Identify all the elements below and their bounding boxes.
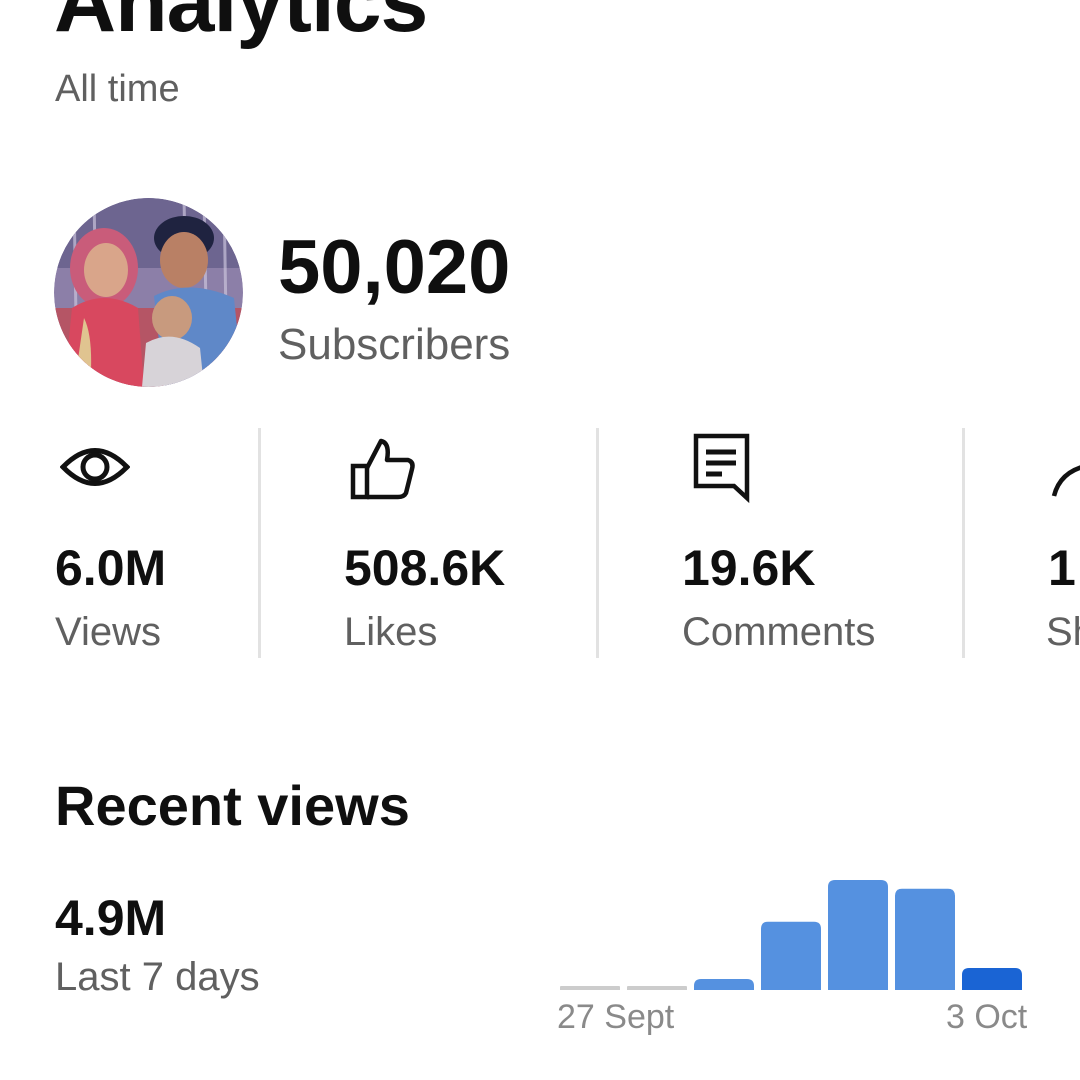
metric-divider: [962, 428, 965, 658]
likes-value: 508.6K: [344, 540, 506, 596]
page-title: Analytics: [54, 0, 428, 50]
share-icon: [1050, 458, 1080, 503]
avatar-photo: [54, 198, 243, 387]
x-axis-end-label: 3 Oct: [946, 998, 1028, 1036]
subscriber-label: Subscribers: [278, 320, 511, 369]
metric-divider: [596, 428, 599, 658]
chart-bar[interactable]: [895, 888, 955, 990]
thumbs-up-icon: [350, 438, 416, 505]
likes-label: Likes: [344, 610, 438, 654]
recent-views-period: Last 7 days: [55, 955, 260, 999]
views-label: Views: [55, 610, 161, 654]
chart-bar[interactable]: [627, 986, 687, 990]
shares-label: Sh: [1046, 610, 1080, 654]
chart-bar[interactable]: [694, 979, 754, 990]
eye-icon: [59, 442, 131, 497]
comments-value: 19.6K: [682, 540, 816, 596]
subscriber-count: 50,020: [278, 225, 511, 310]
views-value: 6.0M: [55, 540, 167, 596]
shares-value: 1: [1048, 540, 1076, 596]
channel-avatar[interactable]: [54, 198, 243, 387]
chart-bar[interactable]: [962, 968, 1022, 990]
metric-divider: [258, 428, 261, 658]
chart-bar[interactable]: [560, 986, 620, 990]
comments-label: Comments: [682, 610, 876, 654]
x-axis-start-label: 27 Sept: [557, 998, 675, 1036]
recent-views-title: Recent views: [55, 774, 410, 837]
recent-views-chart[interactable]: [550, 860, 1040, 996]
chart-bar[interactable]: [828, 880, 888, 990]
date-range-label[interactable]: All time: [55, 68, 180, 111]
chart-bar[interactable]: [761, 921, 821, 990]
comment-icon: [692, 432, 752, 509]
recent-views-value: 4.9M: [55, 890, 167, 946]
